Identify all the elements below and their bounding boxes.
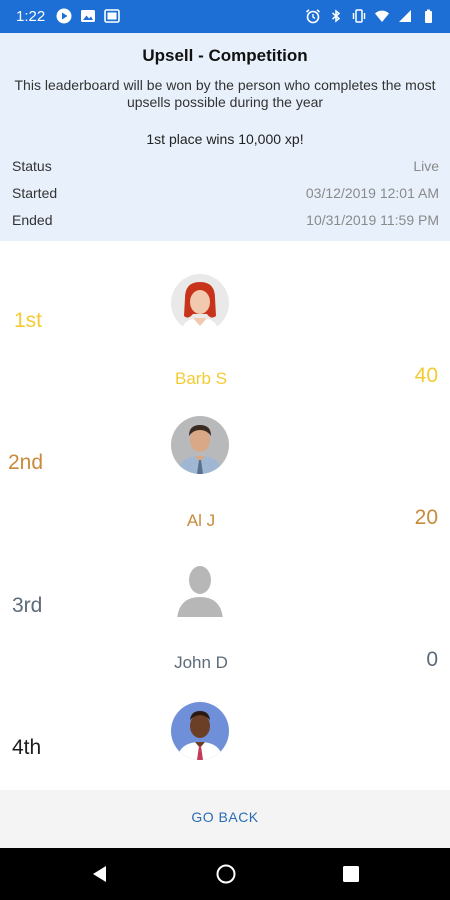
player-score: 0 (426, 648, 438, 671)
home-icon[interactable] (214, 863, 238, 885)
signal-icon (397, 8, 413, 24)
vibrate-icon (351, 8, 367, 24)
gallery-icon (104, 8, 120, 24)
play-icon (56, 8, 72, 24)
go-back-button[interactable]: GO BACK (165, 809, 285, 825)
prize-text: 1st place wins 10,000 xp! (146, 131, 304, 147)
started-label: Started (12, 185, 58, 201)
ended-label: Ended (12, 212, 53, 228)
competition-header: Upsell - Competition This leaderboard wi… (0, 33, 450, 241)
image-icon (80, 8, 96, 24)
page-title: Upsell - Competition (142, 46, 308, 65)
rank-label: 4th (12, 736, 42, 759)
bluetooth-icon (328, 8, 344, 24)
rank-label: 2nd (8, 451, 44, 474)
status-label: Status (12, 158, 52, 174)
recents-icon[interactable] (339, 863, 363, 885)
avatar (171, 416, 229, 474)
footer-bar: GO BACK (0, 790, 450, 848)
started-row: Started 03/12/2019 12:01 AM (12, 185, 439, 205)
status-time: 1:22 (16, 8, 46, 25)
ended-value: 10/31/2019 11:59 PM (306, 212, 439, 228)
back-icon[interactable] (88, 863, 112, 885)
started-value: 03/12/2019 12:01 AM (305, 185, 439, 201)
alarm-icon (305, 8, 321, 24)
player-name: Al J (186, 511, 216, 530)
player-name: John D (174, 653, 228, 672)
status-bar: 1:22 (0, 0, 450, 33)
navigation-bar (0, 848, 450, 900)
rank-label: 1st (14, 309, 43, 332)
player-score: 40 (414, 364, 438, 387)
competition-description: This leaderboard will be won by the pers… (14, 77, 436, 110)
avatar (171, 274, 229, 332)
battery-icon (420, 8, 436, 24)
status-row: Status Live (12, 158, 439, 178)
rank-label: 3rd (12, 594, 43, 617)
default-avatar-icon (171, 559, 229, 617)
ended-row: Ended 10/31/2019 11:59 PM (12, 212, 439, 232)
avatar (171, 702, 229, 760)
wifi-icon (374, 8, 390, 24)
player-score: 20 (414, 506, 438, 529)
status-value: Live (413, 158, 439, 174)
player-name: Barb S (175, 369, 227, 388)
